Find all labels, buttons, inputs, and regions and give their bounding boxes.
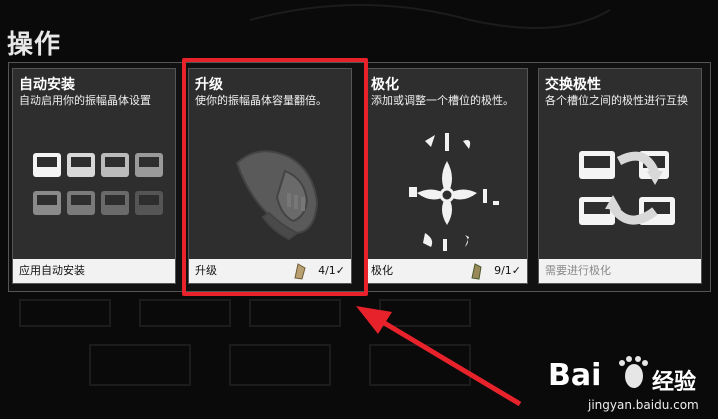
watermark-brand-suffix: 经验 xyxy=(652,370,697,395)
watermark-brand: Bai xyxy=(548,358,602,393)
watermark-url: jingyan.baidu.com xyxy=(588,398,699,412)
baidu-watermark: Bai 经验 jingyan.baidu.com xyxy=(548,354,716,416)
